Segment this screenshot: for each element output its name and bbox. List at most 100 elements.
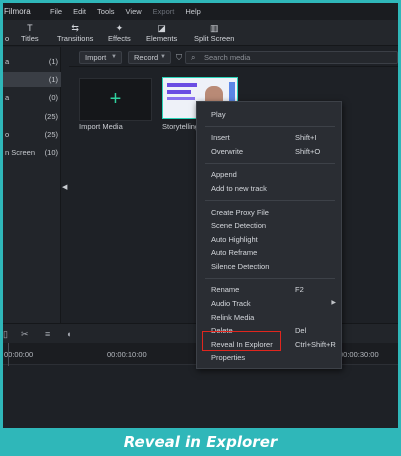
menu-divider — [205, 163, 335, 164]
record-dropdown[interactable]: Record ▼ — [128, 51, 171, 64]
menu-item-scene-detection[interactable]: Scene Detection — [197, 219, 341, 232]
media-toolbar: Import ▼ Record ▼ ⛉ ⌕ Search media — [69, 47, 398, 67]
chevron-down-icon: ▼ — [111, 54, 117, 60]
menu-item-append[interactable]: Append — [197, 168, 341, 181]
menu-item-label: Properties — [211, 353, 246, 362]
library-row-count: (10) — [44, 148, 58, 157]
scissors-icon[interactable]: ✂ — [21, 329, 29, 340]
library-row-name: o — [5, 130, 10, 139]
menu-item-label: Auto Reframe — [211, 248, 258, 257]
menu-item-create-proxy[interactable]: Create Proxy File — [197, 206, 341, 219]
menu-item-rename[interactable]: Rename F2 — [197, 283, 341, 296]
menu-item-label: Audio Track — [211, 299, 251, 308]
menu-item-audio-track[interactable]: Audio Track ▶ — [197, 297, 341, 310]
collapse-arrow-icon[interactable]: ◀ — [62, 183, 67, 191]
titles-icon: T — [27, 23, 33, 33]
search-input[interactable]: ⌕ Search media — [185, 51, 398, 64]
library-row-count: (25) — [44, 130, 58, 139]
transitions-icon: ⇆ — [71, 23, 79, 33]
menu-item-label: Add to new track — [211, 184, 267, 193]
menu-item-silence-detection[interactable]: Silence Detection — [197, 260, 341, 273]
timecode-label: 00:00:30:00 — [339, 350, 379, 359]
thumbnail-graphic — [167, 97, 195, 100]
search-icon: ⌕ — [191, 53, 196, 62]
menu-item-label: Auto Highlight — [211, 235, 258, 244]
import-media-tile[interactable]: + — [79, 78, 152, 121]
menu-item-label: Silence Detection — [211, 262, 270, 271]
delete-icon[interactable]: ▯ — [3, 329, 8, 340]
toolbar-partial-label: o — [5, 34, 10, 43]
library-row-count: (25) — [44, 112, 58, 121]
library-row[interactable]: a (1) — [3, 54, 61, 69]
search-placeholder: Search media — [204, 53, 251, 62]
tab-titles-label: Titles — [21, 34, 39, 43]
library-row[interactable]: a (0) — [3, 90, 61, 105]
menu-item-properties[interactable]: Properties — [197, 351, 341, 364]
menu-item-shortcut: Shift+O — [295, 147, 321, 156]
menu-item-shortcut: Shift+I — [295, 133, 317, 142]
menu-help[interactable]: Help — [185, 7, 200, 16]
menu-item-auto-reframe[interactable]: Auto Reframe — [197, 246, 341, 259]
menu-item-auto-highlight[interactable]: Auto Highlight — [197, 233, 341, 246]
partial-icon — [5, 22, 9, 34]
library-row[interactable]: n Screen (10) — [3, 145, 61, 160]
menu-item-label: Append — [211, 170, 237, 179]
thumbnail-graphic — [167, 83, 197, 87]
effects-icon: ✦ — [115, 23, 124, 33]
tab-elements[interactable]: ◪ Elements — [146, 22, 177, 43]
context-menu: Play Insert Shift+I Overwrite Shift+O Ap… — [196, 101, 342, 369]
menu-item-label: Relink Media — [211, 313, 255, 322]
tab-split-screen[interactable]: ▥ Split Screen — [194, 22, 234, 43]
menu-item-label: Play — [211, 110, 226, 119]
menu-item-label: Scene Detection — [211, 221, 267, 230]
menu-item-insert[interactable]: Insert Shift+I — [197, 131, 341, 144]
library-panel: a (1) (1) a (0) (25) o (25) n Screen (10… — [3, 47, 61, 323]
tab-titles[interactable]: T Titles — [21, 22, 39, 43]
menu-item-label: Create Proxy File — [211, 208, 269, 217]
tab-effects-label: Effects — [108, 34, 131, 43]
audio-icon[interactable]: ◖ — [66, 329, 71, 339]
menu-divider — [205, 126, 335, 127]
record-dropdown-label: Record — [134, 53, 159, 62]
menu-tools[interactable]: Tools — [97, 7, 115, 16]
elements-icon: ◪ — [157, 23, 166, 33]
menu-item-add-to-new-track[interactable]: Add to new track — [197, 182, 341, 195]
tab-transitions[interactable]: ⇆ Transitions — [57, 22, 93, 43]
library-row-count: (1) — [48, 57, 58, 66]
filmora-window: Filmora File Edit Tools View Export Help… — [3, 3, 398, 428]
menu-file[interactable]: File — [50, 7, 62, 16]
menu-export: Export — [152, 7, 175, 16]
plus-icon: + — [109, 88, 122, 110]
split-screen-icon: ▥ — [209, 23, 219, 33]
filter-icon[interactable]: ⛉ — [176, 53, 182, 63]
menu-divider — [205, 200, 335, 201]
menu-item-label: Insert — [211, 133, 230, 142]
library-row[interactable]: o (25) — [3, 127, 61, 142]
app-name: Filmora — [4, 7, 31, 16]
library-row[interactable]: (25) — [3, 109, 61, 124]
timeline-tracks[interactable] — [3, 366, 398, 428]
chevron-down-icon: ▼ — [160, 54, 166, 60]
library-row-name: n Screen — [5, 148, 36, 157]
highlight-annotation-box — [202, 331, 281, 351]
menu-divider — [205, 278, 335, 279]
library-row-selected[interactable]: (1) — [3, 72, 61, 87]
tab-split-screen-label: Split Screen — [194, 34, 235, 43]
menu-item-play[interactable]: Play — [197, 108, 341, 121]
menu-item-label: Overwrite — [211, 147, 244, 156]
adjust-icon[interactable]: ≡ — [45, 329, 50, 339]
timecode-label: 00:00:10:00 — [107, 350, 147, 359]
menu-item-relink-media[interactable]: Relink Media — [197, 311, 341, 324]
library-row-count: (0) — [48, 93, 58, 102]
toolbar-partial-tab[interactable]: o — [5, 22, 9, 43]
menu-view[interactable]: View — [126, 7, 142, 16]
import-dropdown[interactable]: Import ▼ — [79, 51, 122, 64]
menu-edit[interactable]: Edit — [73, 7, 86, 16]
menu-bar: Filmora File Edit Tools View Export Help — [3, 3, 398, 20]
library-row-name: a — [5, 57, 10, 66]
menu-item-overwrite[interactable]: Overwrite Shift+O — [197, 145, 341, 158]
menu-item-shortcut: Del — [295, 326, 307, 335]
tab-effects[interactable]: ✦ Effects — [108, 22, 131, 43]
tab-elements-label: Elements — [146, 34, 178, 43]
menu-item-label: Rename — [211, 285, 240, 294]
